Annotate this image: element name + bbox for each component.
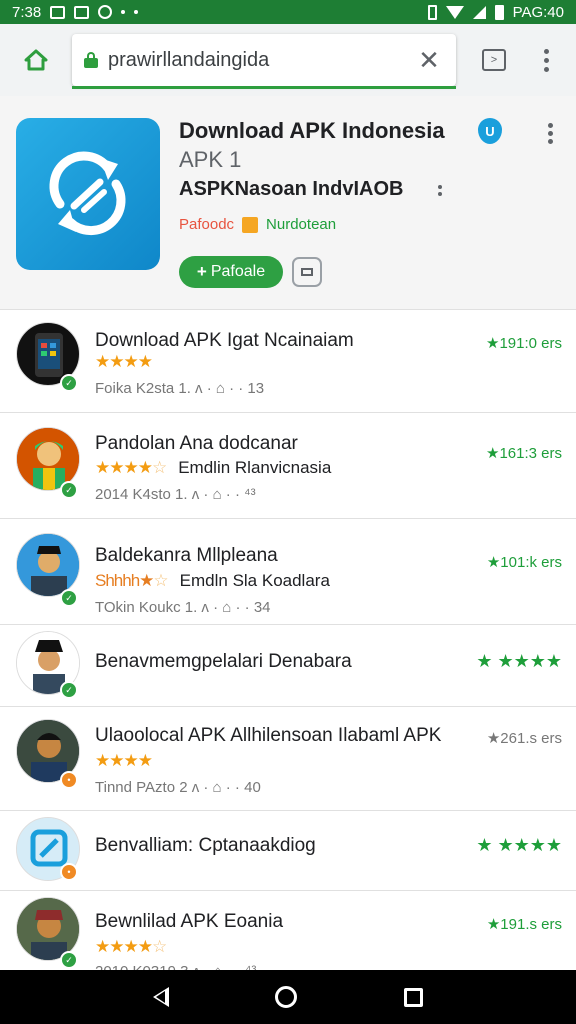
app-logo[interactable] — [16, 118, 160, 270]
status-right: PAG:40 — [427, 3, 564, 21]
install-button[interactable]: + Pafoale — [179, 256, 283, 288]
subtitle-dots-icon — [438, 185, 442, 196]
tag-category-icon — [242, 216, 259, 233]
list-item[interactable]: ✓ Download APK Igat Ncainaiam ★191:0 ers… — [0, 310, 576, 413]
app-overflow-menu-button[interactable] — [548, 123, 553, 144]
home-circle-icon[interactable] — [275, 986, 298, 1008]
status-left: 7:38 — [12, 3, 139, 21]
url-text[interactable]: prawirllandaingida — [108, 49, 414, 72]
mail-icon — [74, 5, 90, 19]
address-bar[interactable]: prawirllandaingida ✕ — [72, 34, 456, 89]
item-meta: Foika K2sta 1. ʌ · ⌂ · · 13 — [95, 380, 265, 397]
app-subtitle: ASPKNasoan IndvIAOB — [179, 178, 404, 200]
item-meta: TOkin Koukc 1. ʌ · ⌂ · · 34 — [95, 599, 271, 616]
item-title: Download APK Igat Ncainaiam — [95, 330, 354, 351]
list-item[interactable]: ✓ Baldekanra Mllpleana ★101:k ers Shhhh★… — [0, 519, 576, 625]
verified-badge-icon: U — [478, 118, 502, 144]
tabs-button[interactable]: > — [482, 49, 506, 71]
item-rating: ★191.s ers — [486, 916, 562, 933]
item-rating: ★261.s ers — [486, 730, 562, 747]
app-version: APK 1 — [179, 147, 242, 172]
check-badge-icon: ✓ — [60, 681, 78, 699]
browser-toolbar: prawirllandaingida ✕ > — [0, 24, 576, 96]
flame-badge-icon: • — [60, 863, 78, 881]
app-title: Download APK Indonesia — [179, 118, 445, 143]
list-item[interactable]: ✓ Bewnlilad APK Eoania ★191.s ers ★★★★☆ … — [0, 891, 576, 971]
status-bar: 7:38 PAG:40 — [0, 0, 576, 24]
star-rating: ★★★★☆ — [95, 937, 167, 956]
tag-developer: Pafoodc — [179, 216, 235, 233]
item-star-rating: ★ ★★★★ — [476, 835, 562, 855]
screen-icon — [301, 268, 313, 276]
star-rating: Shhhh★☆ Emdln Sla Koadlara — [95, 571, 330, 590]
star-rating: ★★★★☆ Emdlin Rlanvicnasia — [95, 458, 332, 477]
list-item[interactable]: ✓ Benavmemgpelalari Denabara ★ ★★★★ — [0, 625, 576, 707]
item-rating: ★161:3 ers — [486, 445, 562, 462]
list-item[interactable]: • Ulaoolocal APK Allhilensoan Ilabaml AP… — [0, 707, 576, 811]
recent-apps-icon[interactable] — [403, 987, 423, 1007]
back-icon[interactable] — [153, 987, 170, 1007]
check-badge-icon: ✓ — [60, 589, 78, 607]
app-notification-icon — [98, 5, 113, 19]
refresh-arrows-icon — [49, 151, 126, 236]
signal-icon — [472, 5, 486, 19]
flame-badge-icon: • — [60, 771, 78, 789]
item-title: Benvalliam: Cptanaakdiog — [95, 835, 316, 856]
plus-icon: + — [196, 262, 207, 281]
install-label: Pafoale — [210, 263, 266, 280]
lock-icon — [84, 52, 98, 68]
check-badge-icon: ✓ — [60, 374, 78, 392]
system-navigation-bar — [0, 970, 576, 1024]
item-meta: Tinnd PAzto 2 ʌ · ⌂ · · 40 — [95, 779, 261, 796]
status-right-time: PAG:40 — [512, 3, 564, 21]
star-rating: ★★★★ — [95, 751, 153, 770]
home-button[interactable] — [12, 36, 60, 84]
check-badge-icon: ✓ — [60, 481, 78, 499]
browser-menu-button[interactable] — [544, 48, 550, 72]
wifi-icon — [445, 5, 464, 19]
avatar-person — [16, 533, 80, 597]
vibrate-icon — [427, 4, 437, 20]
battery-icon — [494, 4, 504, 20]
item-rating: ★101:k ers — [486, 554, 562, 571]
notification-dot-icon — [134, 10, 139, 14]
list-item[interactable]: ✓ Pandolan Ana dodcanar ★161:3 ers ★★★★☆… — [0, 413, 576, 519]
item-title: Bewnlilad APK Eoania — [95, 911, 284, 932]
list-item[interactable]: • Benvalliam: Cptanaakdiog ★ ★★★★ — [0, 811, 576, 891]
message-icon — [50, 5, 66, 19]
app-tags: Pafoodc Nurdotean — [179, 216, 336, 233]
app-header-card: Download APK Indonesia U APK 1 ASPKNasoa… — [0, 96, 576, 310]
check-badge-icon: ✓ — [60, 951, 78, 969]
preview-button[interactable] — [292, 257, 322, 287]
item-title: Ulaoolocal APK Allhilensoan Ilabaml APK — [95, 725, 442, 746]
item-title: Benavmemgpelalari Denabara — [95, 651, 352, 672]
star-rating: ★★★★ — [95, 352, 153, 371]
notification-dot-icon — [121, 10, 126, 14]
clear-url-button[interactable]: ✕ — [414, 45, 444, 76]
item-title: Pandolan Ana dodcanar — [95, 433, 298, 454]
item-star-rating: ★ ★★★★ — [476, 651, 562, 671]
home-icon — [24, 49, 48, 71]
item-rating: ★191:0 ers — [486, 335, 562, 352]
item-title: Baldekanra Mllpleana — [95, 545, 278, 566]
status-time: 7:38 — [12, 3, 42, 21]
item-meta: 2014 K4sto 1. ʌ · ⌂ · · ⁴³ — [95, 486, 256, 503]
tag-category: Nurdotean — [266, 216, 337, 233]
